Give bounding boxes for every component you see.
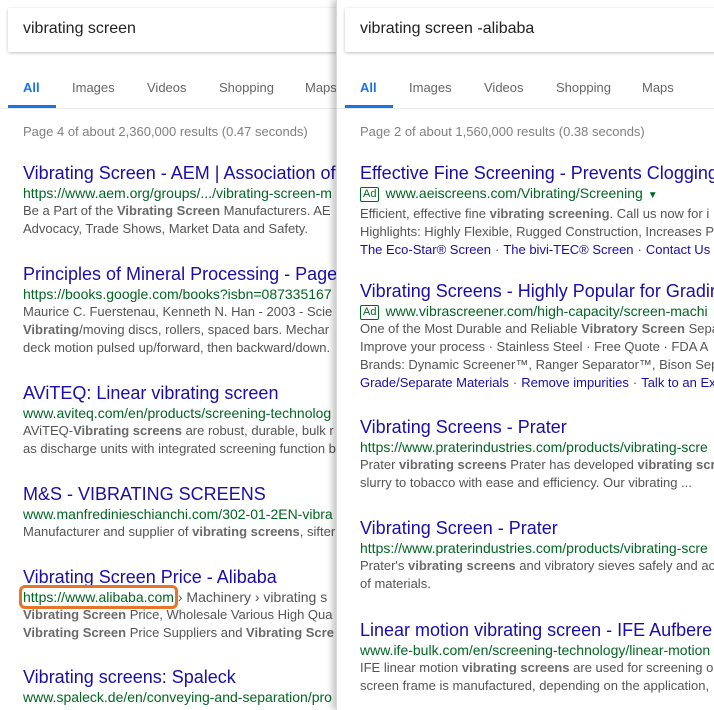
result-url: Ad www.vibrascreener.com/high-capacity/sc… bbox=[360, 302, 714, 320]
tab-videos[interactable]: Videos bbox=[147, 80, 187, 95]
sitelinks: The Eco-Star® Screen · The bivi-TEC® Scree… bbox=[360, 242, 711, 257]
active-tab-indicator bbox=[345, 105, 393, 108]
search-query-text[interactable]: vibrating screen bbox=[23, 20, 136, 38]
result-url: www.ife-bulk.com/en/screening-technology… bbox=[360, 642, 711, 658]
result-url: www.aviteq.com/en/products/screening-tec… bbox=[23, 405, 332, 421]
result-stats: Page 4 of about 2,360,000 results (0.47 … bbox=[23, 124, 308, 139]
tab-maps[interactable]: Maps bbox=[642, 80, 674, 95]
search-result: AViTEQ: Linear vibrating screen www.avit… bbox=[23, 382, 336, 458]
result-title[interactable]: Vibrating Screen - AEM | Association of bbox=[23, 162, 336, 184]
tab-videos[interactable]: Videos bbox=[484, 80, 524, 95]
result-title[interactable]: Vibrating Screen - Prater bbox=[360, 517, 714, 539]
snippet-line: Improve your process · Stainless Steel ·… bbox=[360, 339, 709, 354]
chevron-down-icon[interactable]: ▼ bbox=[648, 190, 658, 201]
sitelink[interactable]: Remove impurities bbox=[521, 375, 629, 390]
result-title[interactable]: Vibrating Screen Price - Alibaba bbox=[23, 566, 336, 588]
search-result: Vibrating screens: Spaleck www.spaleck.d… bbox=[23, 666, 336, 706]
result-url: https://www.alibaba.com › Machinery › vi… bbox=[19, 585, 336, 609]
result-snippet: One of the Most Durable and Reliable Vib… bbox=[360, 320, 714, 374]
snippet-line: Efficient, effective fine vibrating scre… bbox=[360, 206, 710, 221]
search-result: Linear motion vibrating screen - IFE Auf… bbox=[360, 619, 714, 695]
snippet-line: AViTEQ-Vibrating screens are robust, dur… bbox=[23, 423, 334, 438]
result-snippet: Prater's vibrating screens and vibratory… bbox=[360, 557, 714, 593]
ad-result: Effective Fine Screening - Prevents Clog… bbox=[360, 162, 714, 259]
snippet-line: One of the Most Durable and Reliable Vib… bbox=[360, 321, 714, 336]
snippet-line: Maurice C. Fuerstenau, Kenneth N. Han - … bbox=[23, 304, 333, 319]
search-input[interactable]: vibrating screen bbox=[8, 8, 336, 52]
tab-images[interactable]: Images bbox=[72, 80, 115, 95]
search-input[interactable]: vibrating screen -alibaba bbox=[345, 8, 714, 52]
result-title[interactable]: Vibrating Screens - Prater bbox=[360, 416, 714, 438]
search-tabs: All Images Videos Shopping Maps bbox=[337, 78, 714, 109]
ad-badge: Ad bbox=[360, 305, 380, 320]
search-result: M&S - VIBRATING SCREENS www.manfredinies… bbox=[23, 483, 336, 541]
snippet-line: deck motion pulsed up/forward, then back… bbox=[23, 340, 331, 355]
highlighted-url: https://www.alibaba.com bbox=[19, 585, 178, 609]
search-result: Vibrating Screens - Prater https://www.p… bbox=[360, 416, 714, 492]
result-url: https://www.praterindustries.com/product… bbox=[360, 439, 708, 455]
search-result: Vibrating Screen - Prater https://www.pr… bbox=[360, 517, 714, 593]
result-title[interactable]: M&S - VIBRATING SCREENS bbox=[23, 483, 336, 505]
sitelink[interactable]: The Eco-Star® Screen bbox=[360, 242, 491, 257]
snippet-line: slurry to tobacco with ease and efficien… bbox=[360, 475, 692, 490]
sitelink[interactable]: The bivi-TEC® Screen bbox=[503, 242, 633, 257]
result-url: https://www.praterindustries.com/product… bbox=[360, 540, 708, 556]
snippet-line: of materials. bbox=[360, 576, 431, 591]
result-snippet: Be a Part of the Vibrating Screen Manufa… bbox=[23, 202, 336, 238]
snippet-line: as discharge units with integrated scree… bbox=[23, 441, 336, 456]
result-url: www.manfredinieschianchi.com/302-01-2EN-… bbox=[23, 506, 333, 522]
active-tab-indicator bbox=[8, 105, 56, 108]
snippet-line: Manufacturer and supplier of vibrating s… bbox=[23, 524, 336, 539]
result-title[interactable]: Linear motion vibrating screen - IFE Auf… bbox=[360, 619, 714, 641]
result-title[interactable]: Principles of Mineral Processing - Page bbox=[23, 263, 336, 285]
result-url: Ad www.aeiscreens.com/Vibrating/Screening… bbox=[360, 184, 714, 205]
sitelinks: Grade/Separate Materials · Remove impuriti… bbox=[360, 375, 714, 390]
result-url: https://books.google.com/books?isbn=0873… bbox=[23, 286, 332, 302]
tab-images[interactable]: Images bbox=[409, 80, 452, 95]
result-snippet: Prater vibrating screens Prater has deve… bbox=[360, 456, 714, 492]
right-search-window: vibrating screen -alibaba All Images Vid… bbox=[336, 0, 714, 710]
result-title[interactable]: AViTEQ: Linear vibrating screen bbox=[23, 382, 336, 404]
snippet-line: Vibrating Screen Price, Wholesale Variou… bbox=[23, 607, 333, 622]
search-result: Principles of Mineral Processing - Page … bbox=[23, 263, 336, 357]
result-title[interactable]: Effective Fine Screening - Prevents Clog… bbox=[360, 162, 714, 184]
snippet-line: Advocacy, Trade Shows, Market Data and S… bbox=[23, 221, 308, 236]
result-snippet: Manufacturer and supplier of vibrating s… bbox=[23, 523, 336, 541]
result-title[interactable]: Vibrating Screens - Highly Popular for G… bbox=[360, 280, 714, 302]
snippet-line: Brands: Dynamic Screener™, Ranger Separa… bbox=[360, 357, 714, 372]
snippet-line: Vibrating Screen Price Suppliers and Vib… bbox=[23, 625, 334, 640]
tab-all[interactable]: All bbox=[360, 80, 377, 95]
search-result-alibaba: Vibrating Screen Price - Alibaba https:/… bbox=[19, 566, 336, 642]
ad-result: Vibrating Screens - Highly Popular for G… bbox=[360, 280, 714, 392]
result-snippet: AViTEQ-Vibrating screens are robust, dur… bbox=[23, 422, 336, 458]
tab-all[interactable]: All bbox=[23, 80, 40, 95]
result-title[interactable]: Vibrating screens: Spaleck bbox=[23, 666, 336, 688]
result-stats: Page 2 of about 1,560,000 results (0.38 … bbox=[360, 124, 645, 139]
sitelink[interactable]: Grade/Separate Materials bbox=[360, 375, 509, 390]
sitelink[interactable]: Contact Us bbox=[646, 242, 710, 257]
left-search-window: vibrating screen All Images Videos Shopp… bbox=[0, 0, 336, 710]
snippet-line: Highlights: Highly Flexible, Rugged Cons… bbox=[360, 224, 714, 239]
snippet-line: screen frame is manufactured, depending … bbox=[360, 678, 710, 693]
url-breadcrumb: › Machinery › vibrating s bbox=[173, 589, 328, 605]
tab-maps[interactable]: Maps bbox=[305, 80, 336, 95]
search-result: Vibrating Screen - AEM | Association of … bbox=[23, 162, 336, 238]
result-url: www.spaleck.de/en/conveying-and-separati… bbox=[23, 689, 332, 705]
search-query-text[interactable]: vibrating screen -alibaba bbox=[360, 20, 534, 38]
sitelink[interactable]: Talk to an Ex bbox=[641, 375, 714, 390]
ad-badge: Ad bbox=[360, 187, 380, 202]
result-snippet: Vibrating Screen Price, Wholesale Variou… bbox=[23, 606, 336, 642]
result-url: https://www.aem.org/groups/.../vibrating… bbox=[23, 185, 332, 201]
snippet-line: Prater vibrating screens Prater has deve… bbox=[360, 457, 714, 472]
tab-shopping[interactable]: Shopping bbox=[219, 80, 274, 95]
search-tabs: All Images Videos Shopping Maps bbox=[0, 78, 336, 109]
snippet-line: Prater's vibrating screens and vibratory… bbox=[360, 558, 714, 573]
tab-shopping[interactable]: Shopping bbox=[556, 80, 611, 95]
snippet-line: IFE linear motion vibrating screens are … bbox=[360, 660, 714, 675]
result-snippet: IFE linear motion vibrating screens are … bbox=[360, 659, 714, 695]
result-snippet: Efficient, effective fine vibrating scre… bbox=[360, 205, 714, 241]
result-snippet: Maurice C. Fuerstenau, Kenneth N. Han - … bbox=[23, 303, 336, 357]
snippet-line: Vibrating/moving discs, rollers, spaced … bbox=[23, 322, 330, 337]
snippet-line: Be a Part of the Vibrating Screen Manufa… bbox=[23, 203, 331, 218]
